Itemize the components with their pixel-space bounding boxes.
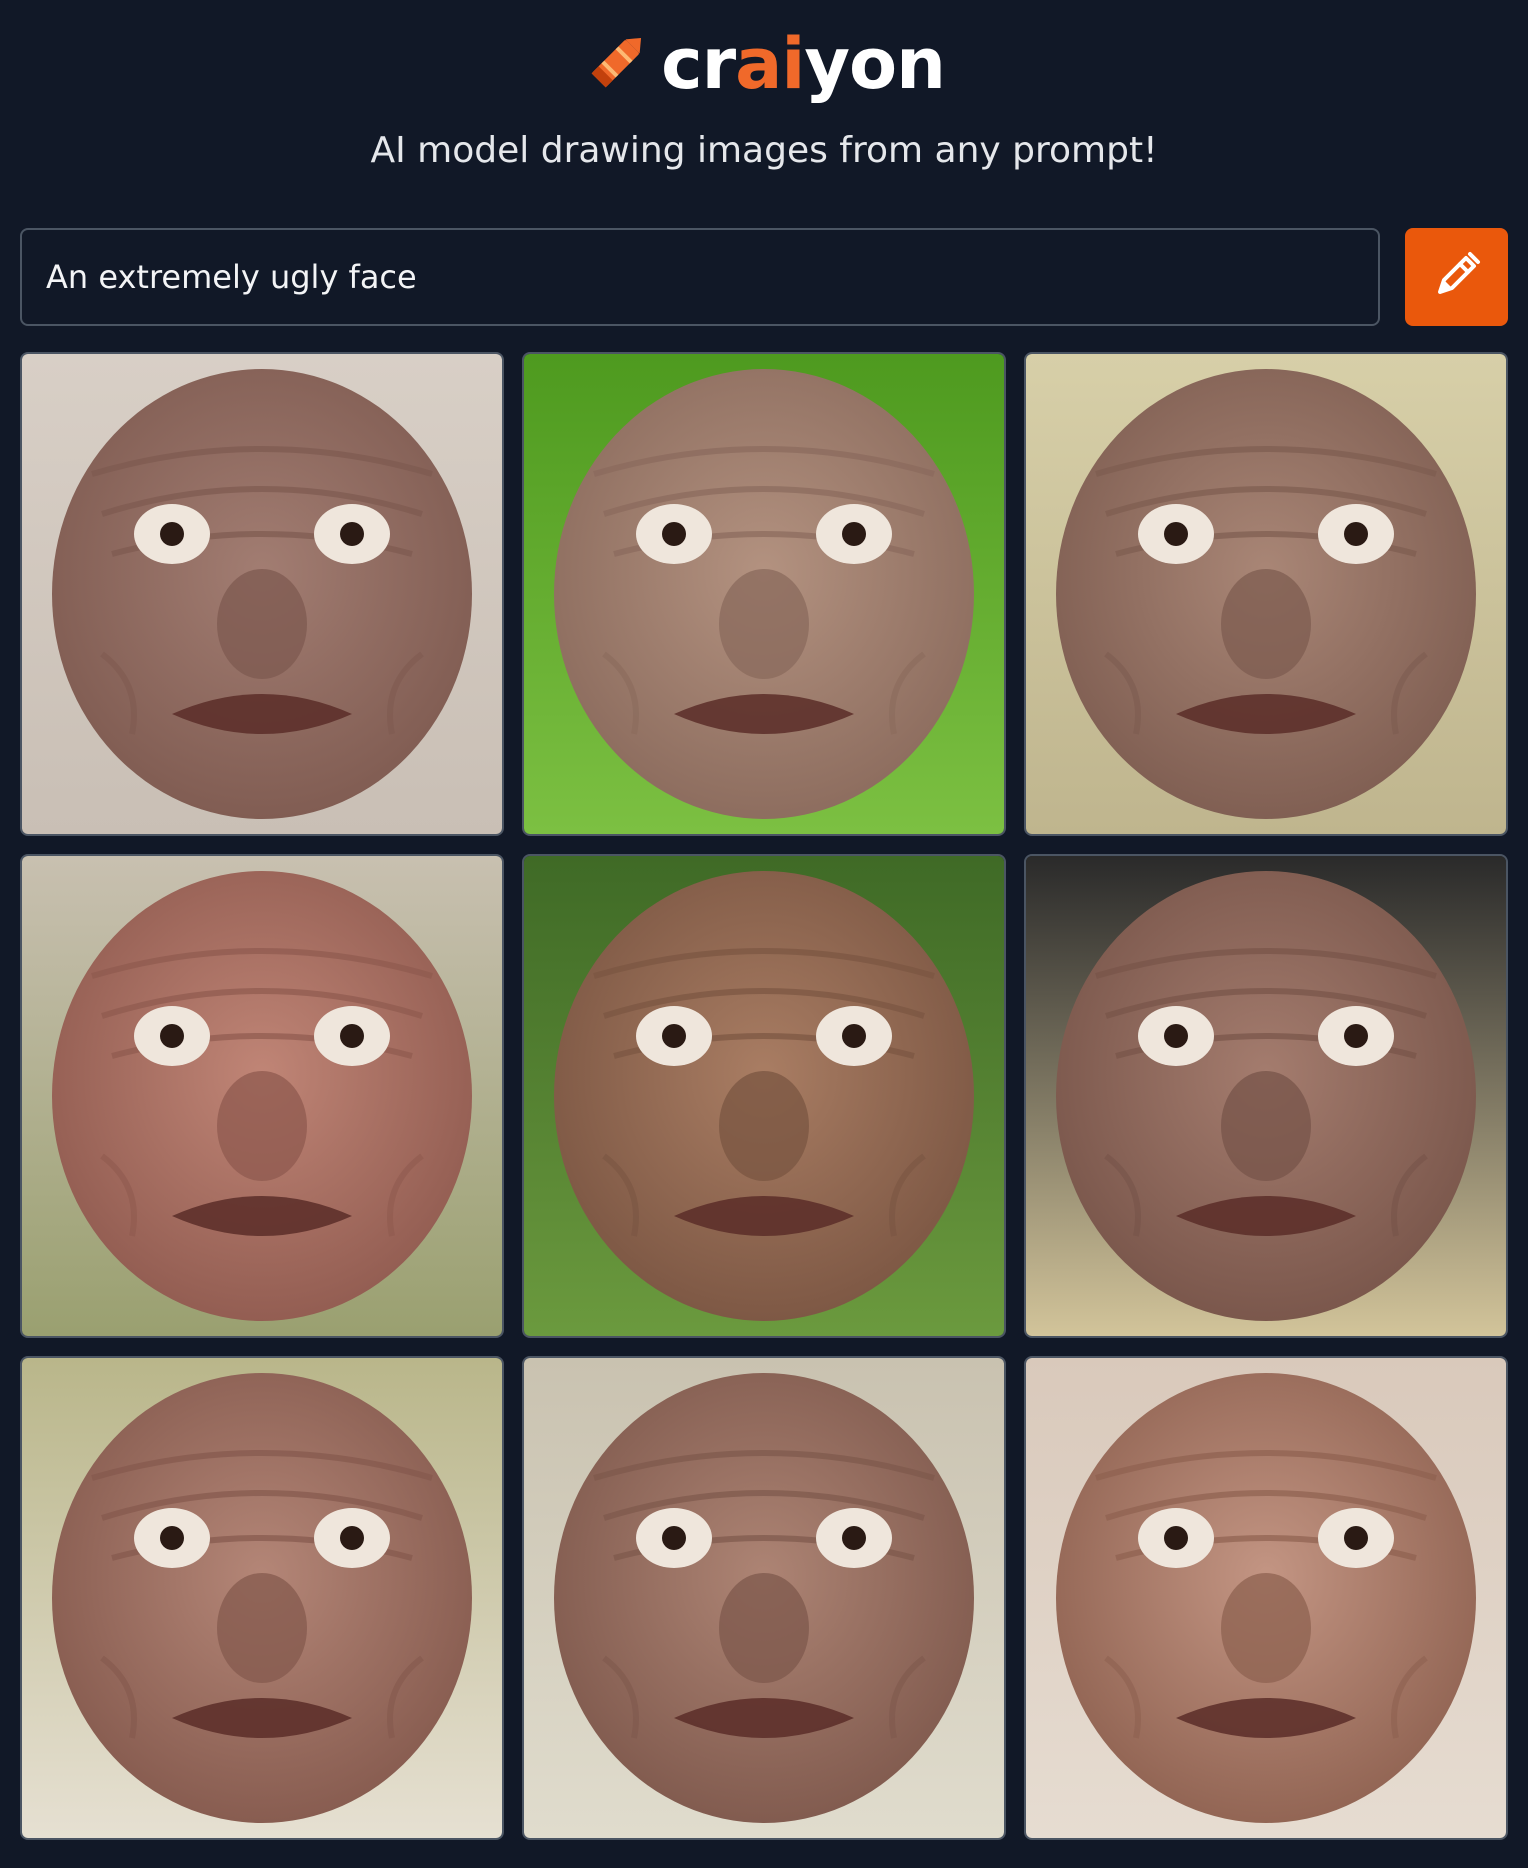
generated-image[interactable] bbox=[20, 352, 504, 836]
draw-button[interactable] bbox=[1405, 228, 1508, 326]
results-grid bbox=[20, 352, 1508, 1840]
tagline: AI model drawing images from any prompt! bbox=[370, 130, 1158, 171]
pencil-icon bbox=[1430, 248, 1484, 306]
logo-wordmark: craiyon bbox=[661, 20, 946, 108]
craiyon-page: craiyon AI model drawing images from any… bbox=[0, 0, 1528, 1868]
logo-text-accent: ai bbox=[735, 23, 805, 105]
generated-image[interactable] bbox=[1024, 854, 1508, 1338]
generated-image[interactable] bbox=[20, 1356, 504, 1840]
crayon-logo-icon bbox=[583, 28, 651, 100]
generated-image[interactable] bbox=[522, 1356, 1006, 1840]
logo-text-part: yon bbox=[804, 23, 946, 105]
generated-image[interactable] bbox=[522, 854, 1006, 1338]
generated-image[interactable] bbox=[1024, 1356, 1508, 1840]
generated-image[interactable] bbox=[20, 854, 504, 1338]
generated-image[interactable] bbox=[1024, 352, 1508, 836]
logo-text-part: cr bbox=[661, 23, 736, 105]
generated-image[interactable] bbox=[522, 352, 1006, 836]
prompt-input-value: An extremely ugly face bbox=[46, 258, 417, 296]
logo[interactable]: craiyon bbox=[0, 20, 1528, 108]
prompt-input[interactable]: An extremely ugly face bbox=[20, 228, 1380, 326]
